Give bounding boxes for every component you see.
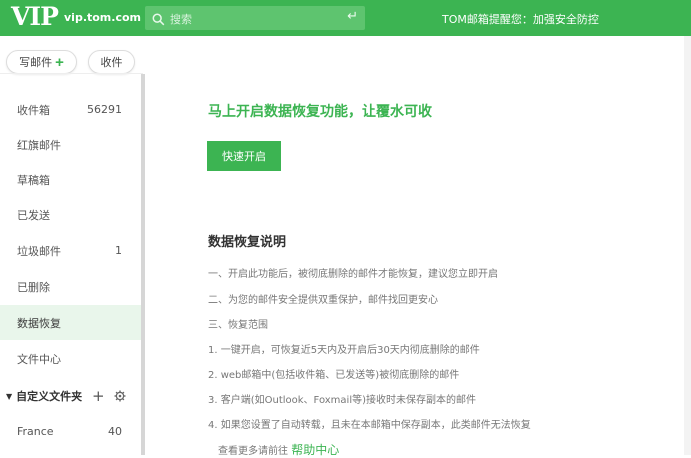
custom-folders-label: 自定义文件夹 [16,390,83,403]
sidebar-item-drafts[interactable]: 草稿箱 [0,162,141,197]
sidebar-scrollbar[interactable] [141,74,145,455]
caret-down-icon[interactable]: ▼ [6,392,12,401]
sidebar-divider [0,73,143,74]
sidebar-item-label: 已删除 [17,280,50,294]
unread-count: 1 [115,244,122,257]
description-line: 三、恢复范围 [208,320,268,331]
sidebar-item-label: 文件中心 [17,352,61,366]
sidebar-item-data-recovery[interactable]: 数据恢复 [0,305,141,340]
top-header: VIP vip.tom.com 搜索 ↵ TOM邮箱提醒您：加强安全防控 [0,0,691,36]
enable-recovery-button[interactable]: 快速开启 [207,141,281,171]
help-prefix: 查看更多请前往 [218,446,288,457]
sidebar-item-label: 数据恢复 [17,316,61,330]
security-notice[interactable]: TOM邮箱提醒您：加强安全防控 [442,11,599,27]
description-line: 二、为您的邮件安全提供双重保护，邮件找回更安心 [208,295,438,306]
sidebar-item-label: 垃圾邮件 [17,244,61,258]
compose-label: 写邮件 [19,57,53,69]
description-line: 一、开启此功能后，被彻底删除的邮件才能恢复，建议您立即开启 [208,269,498,280]
unread-count: 56291 [87,103,122,116]
search-box[interactable]: 搜索 ↵ [145,6,365,30]
unread-count: 40 [108,425,122,438]
sidebar-item-france[interactable]: France 40 [0,414,141,449]
vip-logo[interactable]: VIP [11,2,59,31]
search-icon [152,11,165,30]
search-input[interactable]: 搜索 [170,11,192,27]
sidebar-item-sent[interactable]: 已发送 [0,197,141,232]
sidebar-item-label: 收件箱 [17,103,50,117]
sidebar-item-flagged[interactable]: 红旗邮件 [0,127,141,162]
receive-button[interactable]: 收件 [88,50,135,74]
description-line: 3. 客户端(如Outlook、Foxmail等)接收时未保存副本的邮件 [208,395,477,406]
description-line: 2. web邮箱中(包括收件箱、已发送等)被彻底删除的邮件 [208,370,460,381]
description-line: 4. 如果您设置了自动转载，且未在本邮箱中保存副本，此类邮件无法恢复 [208,420,531,431]
add-folder-icon[interactable]: + [92,387,105,405]
sidebar-item-file-center[interactable]: 文件中心 [0,341,141,376]
sidebar-item-label: 红旗邮件 [17,138,61,152]
gear-icon[interactable] [114,390,126,405]
compose-button[interactable]: 写邮件 + [6,50,77,74]
help-line: 查看更多请前往 帮助中心 [218,441,339,458]
sidebar-item-inbox[interactable]: 收件箱 56291 [0,92,141,127]
promo-headline: 马上开启数据恢复功能，让覆水可收 [208,104,432,120]
sidebar-item-spam[interactable]: 垃圾邮件 1 [0,233,141,268]
sidebar-item-label: 草稿箱 [17,173,50,187]
section-title: 数据恢复说明 [208,235,287,250]
sidebar-item-label: France [17,425,54,438]
main-scrollbar[interactable] [684,36,691,455]
sidebar-toolbar: 写邮件 + 收件 [0,36,143,82]
description-line: 1. 一键开启，可恢复近5天内及开启后30天内彻底删除的邮件 [208,345,480,356]
plus-icon: + [55,53,64,71]
sidebar-item-label: 已发送 [17,208,50,222]
enter-icon[interactable]: ↵ [347,9,358,24]
custom-folders-header[interactable]: ▼ 自定义文件夹 + [0,381,141,411]
sidebar-item-deleted[interactable]: 已删除 [0,269,141,304]
domain-label: vip.tom.com [64,11,141,24]
